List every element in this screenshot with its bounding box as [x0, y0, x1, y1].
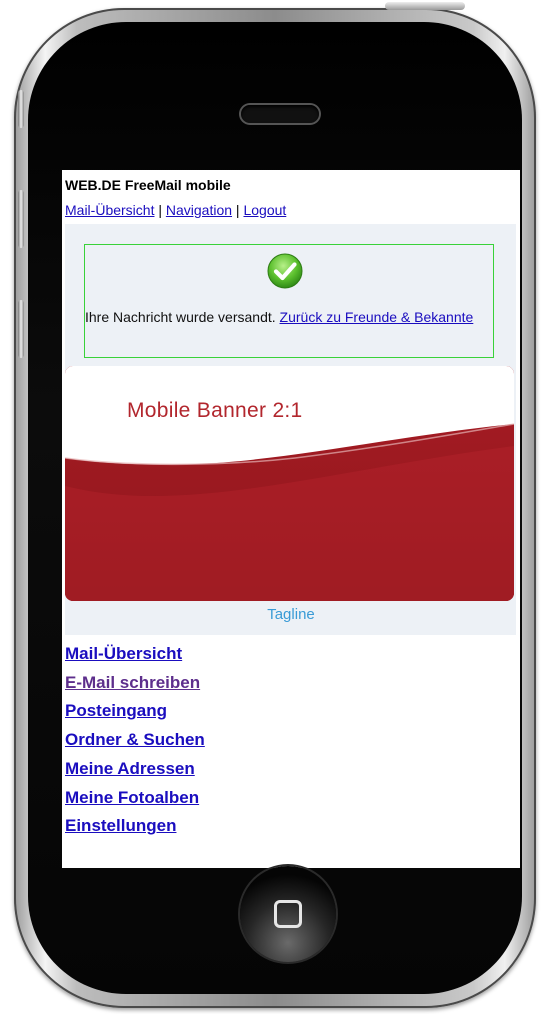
back-to-friends-link[interactable]: Zurück zu Freunde & Bekannte: [280, 309, 474, 325]
volume-up-button: [18, 190, 24, 248]
nav-link-mail-overview[interactable]: Mail-Übersicht: [65, 202, 154, 218]
check-circle-icon: [267, 253, 303, 289]
menu-item-compose-email[interactable]: E-Mail schreiben: [65, 669, 205, 698]
mute-switch: [18, 90, 24, 128]
confirmation-message: Ihre Nachricht wurde versandt. Zurück zu…: [85, 307, 481, 328]
banner-tagline: Tagline: [267, 606, 315, 623]
menu-item-settings[interactable]: Einstellungen: [65, 812, 205, 841]
phone-screen: WEB.DE FreeMail mobile Mail-Übersicht | …: [62, 170, 520, 868]
nav-separator: |: [154, 202, 166, 218]
confirmation-text: Ihre Nachricht wurde versandt.: [85, 309, 280, 325]
earpiece-speaker: [241, 105, 319, 123]
banner-text: Mobile Banner 2:1: [127, 399, 303, 422]
main-menu: Mail-Übersicht E-Mail schreiben Posteing…: [65, 640, 205, 841]
top-navigation: Mail-Übersicht | Navigation | Logout: [65, 202, 286, 218]
menu-item-inbox[interactable]: Posteingang: [65, 697, 205, 726]
menu-item-addresses[interactable]: Meine Adressen: [65, 755, 205, 784]
home-button-square-icon: [274, 900, 302, 928]
home-button[interactable]: [240, 866, 336, 962]
sleep-button: [385, 2, 465, 10]
menu-item-mail-overview[interactable]: Mail-Übersicht: [65, 640, 205, 669]
ad-banner[interactable]: Mobile Banner 2:1: [65, 366, 514, 601]
nav-separator: |: [232, 202, 244, 218]
nav-link-logout[interactable]: Logout: [243, 202, 286, 218]
menu-item-folders-search[interactable]: Ordner & Suchen: [65, 726, 205, 755]
nav-link-navigation[interactable]: Navigation: [166, 202, 232, 218]
volume-down-button: [18, 300, 24, 358]
confirmation-box: Ihre Nachricht wurde versandt. Zurück zu…: [84, 244, 494, 358]
app-title: WEB.DE FreeMail mobile: [65, 177, 231, 193]
menu-item-photo-albums[interactable]: Meine Fotoalben: [65, 784, 205, 813]
